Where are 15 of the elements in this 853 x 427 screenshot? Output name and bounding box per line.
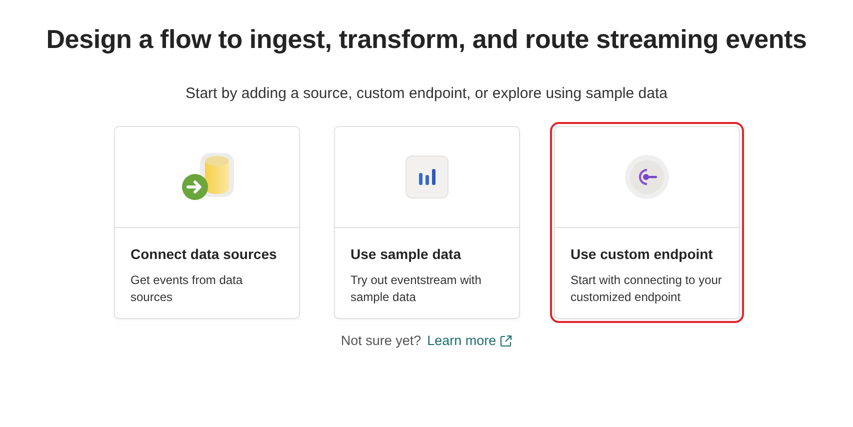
option-card[interactable]: Connect data sources Get events from data sources <box>114 126 300 319</box>
footer-prompt: Not sure yet? <box>340 333 422 348</box>
option-card[interactable]: Use sample data Try out eventstream with sample data <box>334 126 520 319</box>
card-title: Use custom endpoint <box>570 246 714 262</box>
card-description: Start with connecting to your customized endpoint <box>570 272 722 306</box>
bar-chart-icon <box>404 155 448 199</box>
page-subtitle: Start by adding a source, custom endpoint, or explore using sample data <box>186 85 668 102</box>
endpoint-icon <box>624 154 670 200</box>
card-description: Try out eventstream with sample data <box>350 272 482 306</box>
learn-more-link[interactable]: Learn more <box>427 333 496 348</box>
external-link-icon <box>500 334 512 346</box>
card-description: Get events from data sources <box>130 272 244 306</box>
card-title: Connect data sources <box>130 246 278 262</box>
card-title: Use sample data <box>350 246 462 262</box>
page-heading: Design a flow to ingest, transform, and route streaming events <box>46 24 807 55</box>
